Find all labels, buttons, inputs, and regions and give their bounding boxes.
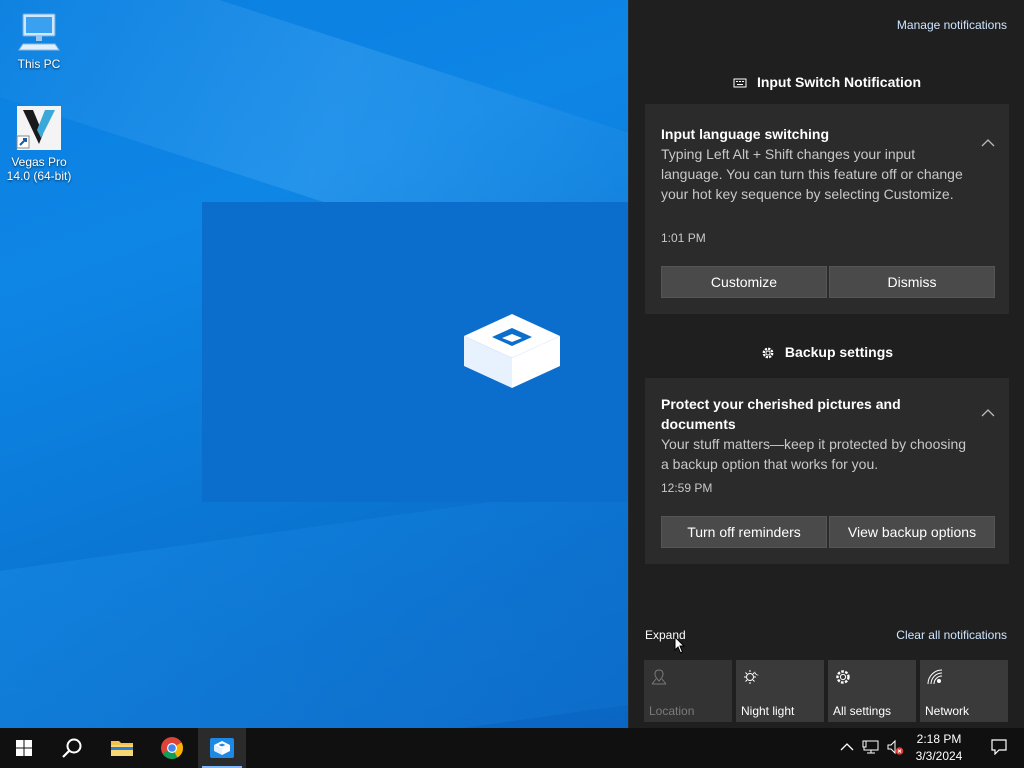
clear-all-notifications-link[interactable]: Clear all notifications xyxy=(896,628,1007,642)
clock-time: 2:18 PM xyxy=(916,732,962,746)
chevron-up-icon[interactable] xyxy=(981,408,995,418)
toast-body: Typing Left Alt + Shift changes your inp… xyxy=(661,146,963,202)
notification-icon xyxy=(991,739,1007,755)
tile-label: All settings xyxy=(833,704,892,718)
quick-action-network[interactable]: Network xyxy=(920,660,1008,722)
notification-toast-backup[interactable]: Protect your cherished pictures and docu… xyxy=(645,378,1009,564)
desktop-icon-label: This PC xyxy=(17,57,61,71)
windows-sandbox-icon xyxy=(210,738,234,758)
tile-label: Night light xyxy=(741,704,795,718)
toast-body: Your stuff matters—keep it protected by … xyxy=(661,436,967,472)
tile-label: Network xyxy=(925,704,970,718)
clock-date: 3/3/2024 xyxy=(915,749,963,763)
toast-time: 12:59 PM xyxy=(661,481,713,495)
start-button[interactable] xyxy=(0,728,48,768)
gear-icon xyxy=(836,670,850,684)
dismiss-button[interactable]: Dismiss xyxy=(829,266,995,298)
desktop-icon-vegas-pro[interactable]: Vegas Pro 14.0 (64-bit) xyxy=(4,104,74,183)
customize-button[interactable]: Customize xyxy=(661,266,827,298)
taskbar-app-windows-sandbox[interactable] xyxy=(198,728,246,768)
vegas-pro-icon xyxy=(16,106,61,150)
manage-notifications-link[interactable]: Manage notifications xyxy=(897,18,1007,32)
group-title: Input Switch Notification xyxy=(756,74,922,90)
notification-group-header-backup[interactable]: Backup settings xyxy=(645,344,1009,360)
action-center-button[interactable] xyxy=(974,728,1024,768)
search-icon xyxy=(62,738,82,758)
quick-action-night-light[interactable]: Night light xyxy=(736,660,824,722)
group-title: Backup settings xyxy=(784,344,894,360)
search-button[interactable] xyxy=(48,728,96,768)
windows-sandbox-logo-icon xyxy=(464,314,560,388)
notification-toast-input-language[interactable]: Input language switching Typing Left Alt… xyxy=(645,104,1009,314)
show-hidden-icons-chevron-icon[interactable] xyxy=(838,738,856,756)
quick-action-all-settings[interactable]: All settings xyxy=(828,660,916,722)
chevron-up-icon[interactable] xyxy=(981,138,995,148)
volume-muted-icon[interactable] xyxy=(886,738,904,756)
mouse-cursor-icon xyxy=(674,636,686,654)
folder-icon xyxy=(111,741,133,756)
turn-off-reminders-button[interactable]: Turn off reminders xyxy=(661,516,827,548)
taskbar-clock[interactable]: 2:18 PM 3/3/2024 xyxy=(904,731,974,765)
notification-group-header-input-switch[interactable]: Input Switch Notification xyxy=(645,74,1009,90)
chrome-icon xyxy=(161,737,183,759)
sandbox-splash-window xyxy=(202,202,628,502)
taskbar-app-chrome[interactable] xyxy=(148,728,196,768)
night-light-icon xyxy=(744,670,759,684)
network-icon xyxy=(927,669,943,685)
desktop-icon-this-pc[interactable]: This PC xyxy=(4,10,74,71)
toast-title: Protect your cherished pictures and docu… xyxy=(661,396,901,432)
toast-title: Input language switching xyxy=(661,126,829,142)
keyboard-icon xyxy=(733,78,747,88)
toast-time: 1:01 PM xyxy=(661,231,706,245)
location-icon xyxy=(651,669,667,685)
tile-label: Location xyxy=(649,704,695,718)
taskbar-app-file-explorer[interactable] xyxy=(98,728,146,768)
action-center-panel: Manage notifications Input Switch Notifi… xyxy=(628,0,1024,728)
windows-logo-icon xyxy=(16,740,32,756)
quick-action-location[interactable]: Location xyxy=(644,660,732,722)
gear-icon xyxy=(762,347,774,359)
desktop: This PC Vegas Pro 14.0 (64-bit) xyxy=(0,0,628,728)
taskbar: 2:18 PM 3/3/2024 xyxy=(0,728,1024,768)
computer-icon xyxy=(18,13,60,51)
desktop-icon-label: Vegas Pro 14.0 (64-bit) xyxy=(6,155,72,183)
network-wired-icon[interactable] xyxy=(862,738,880,756)
view-backup-options-button[interactable]: View backup options xyxy=(829,516,995,548)
